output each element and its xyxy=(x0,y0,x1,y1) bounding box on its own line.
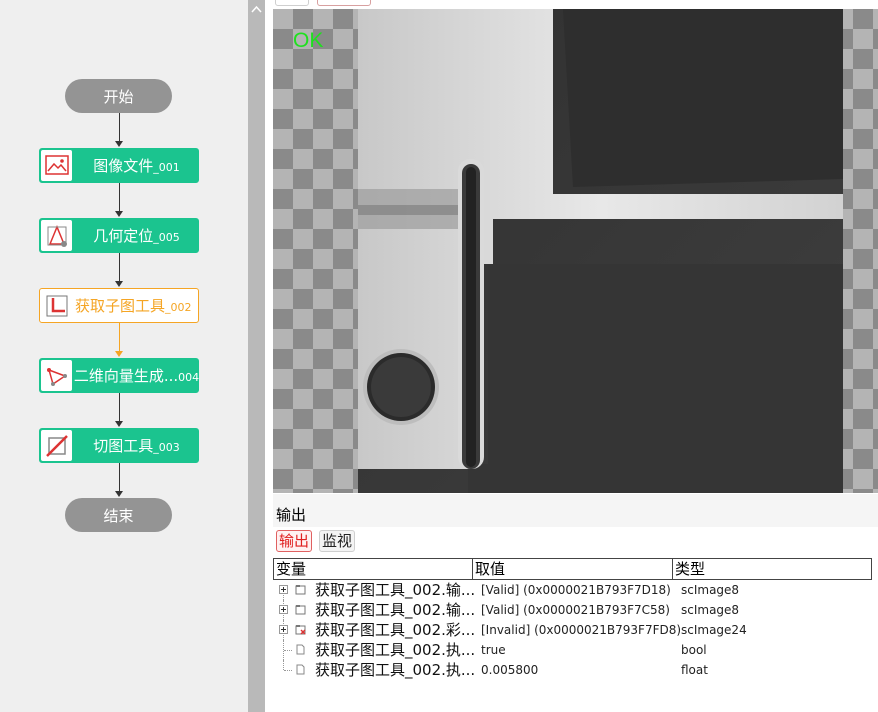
flow-connector xyxy=(119,323,120,351)
row-value: [Valid] (0x0000021B793F7C58) xyxy=(481,603,670,617)
column-header-value[interactable]: 取值 xyxy=(472,559,672,579)
flow-connector xyxy=(119,253,120,281)
expand-toggle-icon[interactable] xyxy=(279,605,288,614)
node-suffix: _003 xyxy=(153,441,180,454)
node-label: 二维向量生成... xyxy=(73,367,179,385)
vector-generate-icon xyxy=(41,360,72,391)
node-suffix: 004 xyxy=(178,371,200,384)
chevron-up-icon[interactable] xyxy=(251,0,262,13)
node-suffix: _001 xyxy=(153,161,180,174)
output-panel: 输出 输出 监视 变量 取值 类型 获取子图工具_002.输... [Valid… xyxy=(273,494,878,712)
output-panel-title: 输出 xyxy=(276,506,307,524)
node-suffix: _005 xyxy=(153,231,180,244)
flow-node-image-file[interactable]: 图像文件 _001 xyxy=(39,148,199,183)
node-label: 切图工具 xyxy=(93,437,154,455)
row-value: [Valid] (0x0000021B793F7D18) xyxy=(481,583,671,597)
node-suffix: _002 xyxy=(165,301,192,314)
row-type: bool xyxy=(681,643,707,657)
folder-icon xyxy=(295,585,306,595)
row-value: [Invalid] (0x0000021B793F7FD8) xyxy=(481,623,682,637)
flow-node-subimage-tool[interactable]: 获取子图工具 _002 xyxy=(39,288,199,323)
expand-toggle-icon[interactable] xyxy=(279,585,288,594)
flow-arrow xyxy=(115,351,123,357)
table-row[interactable]: 获取子图工具_002.输... [Valid] (0x0000021B793F7… xyxy=(273,600,872,620)
document-icon xyxy=(296,664,305,675)
row-value: 0.005800 xyxy=(481,663,539,677)
table-row[interactable]: 获取子图工具_002.彩... [Invalid] (0x0000021B793… xyxy=(273,620,872,640)
flow-panel: 开始 图像文件 _001 几何定位 _005 获取子图工具 _002 二维向量生… xyxy=(0,0,248,712)
flow-connector xyxy=(119,113,120,141)
row-type: scImage8 xyxy=(681,603,740,617)
variable-table: 变量 取值 类型 获取子图工具_002.输... [Valid] (0x0000… xyxy=(273,558,872,680)
row-variable: 获取子图工具_002.执... xyxy=(315,641,476,659)
app-window: 开始 图像文件 _001 几何定位 _005 获取子图工具 _002 二维向量生… xyxy=(0,0,878,712)
viewer-tab-active[interactable] xyxy=(317,0,371,6)
tree-line xyxy=(283,660,284,670)
row-type: scImage8 xyxy=(681,583,740,597)
node-label: 图像文件 xyxy=(93,157,154,175)
flow-start-node[interactable]: 开始 xyxy=(65,79,172,113)
flow-arrow xyxy=(115,141,123,147)
table-row[interactable]: 获取子图工具_002.执... true bool xyxy=(273,640,872,660)
flow-end-node[interactable]: 结束 xyxy=(65,498,172,532)
table-row[interactable]: 获取子图工具_002.输... [Valid] (0x0000021B793F7… xyxy=(273,580,872,600)
flow-node-crop-tool[interactable]: 切图工具 _003 xyxy=(39,428,199,463)
node-label: 几何定位 xyxy=(93,227,154,245)
image-display[interactable]: OK xyxy=(273,9,878,493)
row-variable: 获取子图工具_002.执... xyxy=(315,661,476,679)
output-tab-strip: 输出 监视 变量 取值 类型 获取子图工具_002.输... [Valid] (… xyxy=(273,527,878,712)
tab-monitor[interactable]: 监视 xyxy=(319,530,356,552)
row-variable: 获取子图工具_002.输... xyxy=(315,581,476,599)
row-type: scImage24 xyxy=(681,623,747,637)
row-type: float xyxy=(681,663,708,677)
tree-branch xyxy=(284,670,292,671)
viewer-tab[interactable] xyxy=(275,0,309,6)
flow-arrow xyxy=(115,421,123,427)
node-label: 获取子图工具 xyxy=(75,297,166,315)
table-row[interactable]: 获取子图工具_002.执... 0.005800 float xyxy=(273,660,872,680)
panel-splitter[interactable] xyxy=(248,0,265,712)
document-icon xyxy=(296,644,305,655)
invalid-folder-icon xyxy=(295,625,306,635)
flow-connector xyxy=(119,463,120,491)
viewer-toolbar xyxy=(265,0,878,9)
table-header: 变量 取值 类型 xyxy=(273,558,872,580)
flow-connector xyxy=(119,183,120,211)
tree-branch xyxy=(284,650,292,651)
geometry-locate-icon xyxy=(41,220,72,251)
crop-tool-icon xyxy=(41,430,72,461)
subimage-photo xyxy=(358,9,843,493)
flow-arrow xyxy=(115,281,123,287)
flow-connector xyxy=(119,393,120,421)
column-header-type[interactable]: 类型 xyxy=(672,559,871,579)
row-variable: 获取子图工具_002.输... xyxy=(315,601,476,619)
folder-icon xyxy=(295,605,306,615)
row-variable: 获取子图工具_002.彩... xyxy=(315,621,476,639)
subimage-tool-icon xyxy=(41,290,72,321)
column-header-variable[interactable]: 变量 xyxy=(274,559,472,579)
tab-output[interactable]: 输出 xyxy=(276,530,313,552)
flow-arrow xyxy=(115,211,123,217)
result-status-text: OK xyxy=(293,29,324,52)
flow-arrow xyxy=(115,491,123,497)
flow-node-geometry-locate[interactable]: 几何定位 _005 xyxy=(39,218,199,253)
expand-toggle-icon[interactable] xyxy=(279,625,288,634)
row-value: true xyxy=(481,643,506,657)
image-file-icon xyxy=(41,150,72,181)
flow-node-vector-generate[interactable]: 二维向量生成... 004 xyxy=(39,358,199,393)
